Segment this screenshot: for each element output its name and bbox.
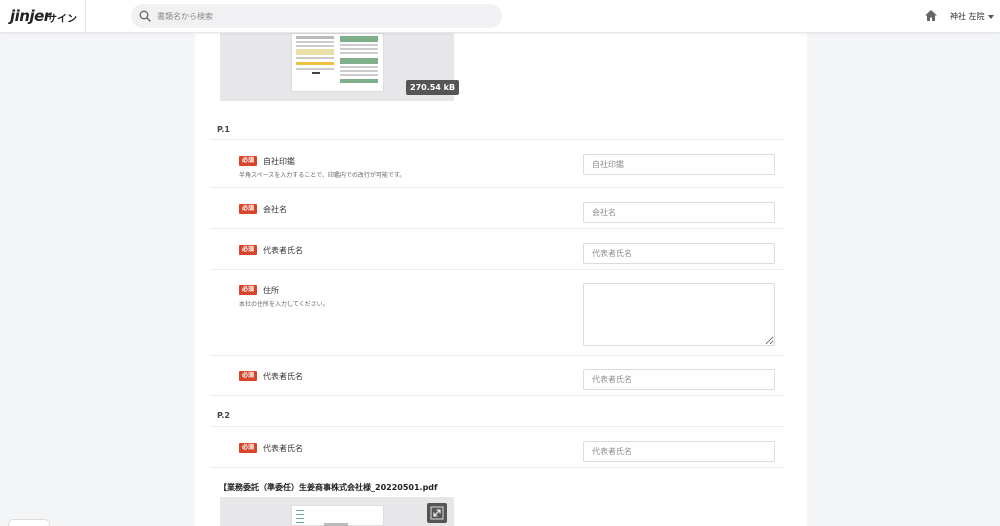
divider [210,139,785,140]
expand-button[interactable] [427,503,447,523]
expand-icon [430,506,444,520]
representative-name-input[interactable] [583,243,775,264]
field-label-representative-name-p2: 代表者氏名 [263,444,303,453]
document-preview-image [291,33,384,92]
required-badge: 必須 [239,245,258,255]
search-input[interactable] [157,4,487,28]
field-label-address: 住所 [263,286,279,295]
field-help-company-seal: 半角スペースを入力することで、印鑑内での改行が可能です。 [239,172,406,179]
chevron-down-icon[interactable] [988,15,994,19]
document-preview-image-2 [291,505,384,526]
divider [210,355,785,356]
file-name: 【業務委託（準委任）生姜商事株式会社様_20220501.pdf [219,483,438,492]
address-textarea[interactable] [583,283,775,346]
company-seal-input[interactable] [583,154,775,175]
divider [210,228,785,229]
help-widget[interactable] [8,519,50,526]
field-label-company-name: 会社名 [263,205,287,214]
representative-name-input-2[interactable] [583,369,775,390]
section-title-p1: P.1 [217,125,230,134]
document-preview-graphic-2 [296,510,348,526]
search-bar[interactable] [131,4,502,28]
required-badge: 必須 [239,371,258,381]
field-label-representative-name: 代表者氏名 [263,246,303,255]
home-icon[interactable] [924,9,938,22]
required-badge: 必須 [239,204,258,214]
app-header: jinjer サイン 神社 左院 [0,0,1000,33]
divider [210,426,785,427]
company-name-input[interactable] [583,202,775,223]
required-badge: 必須 [239,285,258,295]
field-help-address: 本社の住所を入力してください。 [239,301,329,308]
divider [210,269,785,270]
field-label-representative-name-2: 代表者氏名 [263,372,303,381]
file-size-badge: 270.54 kB [406,80,460,95]
representative-name-input-p2[interactable] [583,441,775,462]
section-title-p2: P.2 [217,411,230,420]
user-name[interactable]: 神社 左院 [950,11,985,22]
divider [210,395,785,396]
required-badge: 必須 [239,443,258,453]
field-label-company-seal: 自社印鑑 [263,157,295,166]
logo[interactable]: jinjer [10,7,51,25]
required-badge: 必須 [239,156,258,166]
logo-subtitle: サイン [47,14,77,25]
header-divider [85,0,86,33]
document-preview-graphic [296,36,378,83]
divider [210,187,785,188]
search-icon [139,10,151,22]
divider [210,467,785,468]
